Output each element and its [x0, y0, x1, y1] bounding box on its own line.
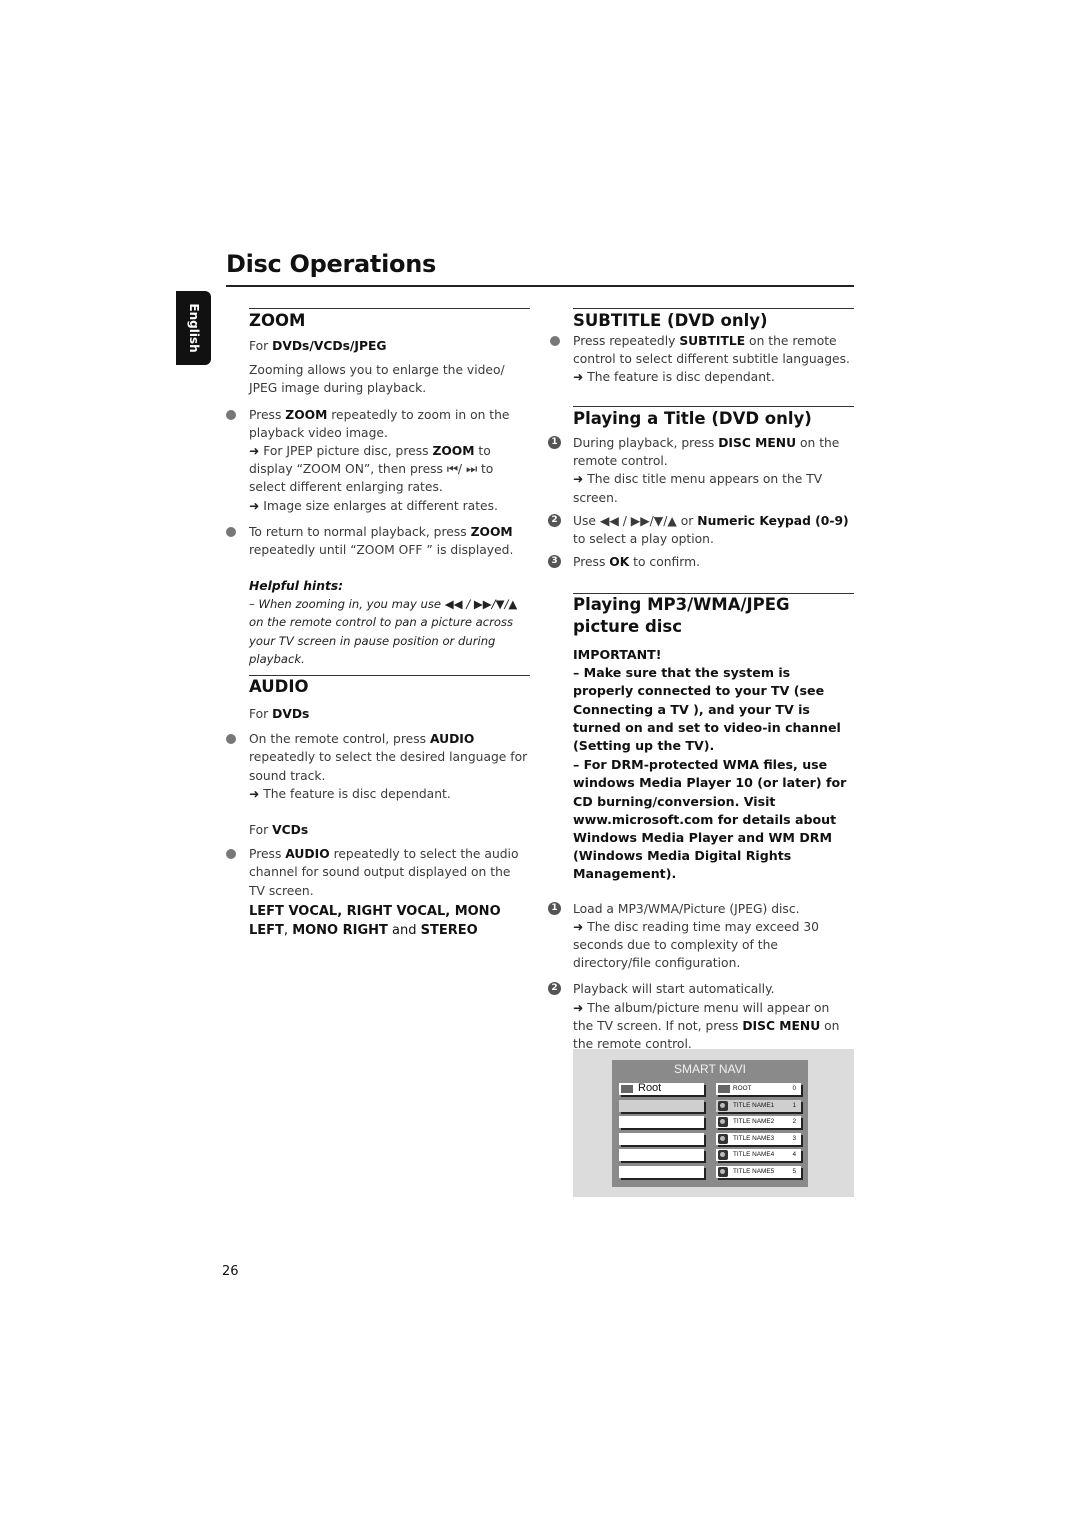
mp3-step-2: 2 Playback will start automatically. ➜ T…: [548, 980, 853, 1053]
title-divider: [226, 285, 854, 287]
zoom-section-divider: [249, 308, 530, 309]
subtitle-section-divider: [573, 308, 854, 309]
arrow-icon: ➜: [249, 498, 260, 513]
zoom-note-1: ➜ For JPEP picture disc, press ZOOM to d…: [249, 444, 494, 495]
smart-navi-title: SMART NAVI: [673, 1062, 747, 1076]
zoom-bullet-1: Press ZOOM repeatedly to zoom in on the …: [226, 406, 529, 515]
arrow-icon: ➜: [249, 444, 260, 459]
folder-item-root[interactable]: Root: [619, 1082, 704, 1095]
smart-navi-folder-list: Root: [619, 1082, 704, 1183]
mp3-heading: Playing MP3/WMA/JPEG picture disc: [573, 595, 790, 636]
audio-dvd-applies-to: For DVDs: [249, 707, 310, 721]
picture-icon: [718, 1133, 728, 1144]
folder-item[interactable]: [619, 1132, 704, 1145]
arrow-icon: ➜: [573, 1000, 584, 1015]
zoom-bullet-2: To return to normal playback, press ZOOM…: [226, 523, 529, 559]
step-1-icon: 1: [548, 436, 561, 449]
language-tab: English: [176, 291, 211, 365]
folder-item[interactable]: [619, 1099, 704, 1112]
arrow-icon: ➜: [573, 919, 584, 934]
arrow-icon: ➜: [573, 472, 584, 487]
folder-item[interactable]: [619, 1165, 704, 1178]
mp3-step-1: 1 Load a MP3/WMA/Picture (JPEG) disc. ➜ …: [548, 900, 853, 973]
arrow-icon: ➜: [249, 786, 260, 801]
audio-channel-modes: LEFT VOCAL, RIGHT VOCAL, MONO LEFT, MONO…: [249, 903, 501, 938]
zoom-intro: Zooming allows you to enlarge the video/…: [249, 363, 505, 396]
bullet-icon: [226, 734, 236, 745]
important-label: IMPORTANT!: [573, 647, 662, 662]
language-tab-label: English: [186, 303, 201, 353]
bullet-icon: [226, 849, 236, 860]
title-play-section-divider: [573, 406, 854, 407]
audio-vcd-applies-to: For VCDs: [249, 823, 309, 838]
mp3-section: Playing MP3/WMA/JPEG picture disc IMPORT…: [548, 594, 853, 1053]
title-play-step-1: 1 During playback, press DISC MENU on th…: [548, 434, 853, 507]
title-item[interactable]: TITLE NAME4 4: [716, 1149, 801, 1162]
title-play-step-2: 2 Use ◀◀ / ▶▶/▼/▲ or Numeric Keypad (0-9…: [548, 512, 853, 548]
page-number: 26: [222, 1264, 239, 1279]
arrow-icon: ➜: [573, 370, 584, 385]
folder-item[interactable]: [619, 1149, 704, 1162]
step-1-icon: 1: [548, 901, 561, 915]
title-item[interactable]: TITLE NAME2 2: [716, 1116, 801, 1129]
helpful-hints: Helpful hints: – When zooming in, you ma…: [249, 577, 529, 668]
smart-navi-screen: SMART NAVI Root ROOT 0 TITLE NAME1 1 TITLE…: [612, 1060, 808, 1187]
bullet-icon: [226, 526, 236, 537]
page-title: Disc Operations: [226, 250, 436, 278]
title-play-section: Playing a Title (DVD only) 1 During play…: [548, 408, 853, 571]
picture-icon: [718, 1117, 728, 1128]
subtitle-note: ➜ The feature is disc dependant.: [573, 370, 775, 385]
hints-title: Helpful hints:: [249, 579, 344, 593]
title-play-step-3: 3 Press OK to confirm.: [548, 553, 853, 571]
important-note-2: – For DRM-protected WMA files, use windo…: [573, 757, 847, 882]
title-item[interactable]: TITLE NAME3 3: [716, 1132, 801, 1145]
mp3-step-1-note: ➜ The disc reading time may exceed 30 se…: [573, 919, 819, 971]
smart-navi-title-list: ROOT 0 TITLE NAME1 1 TITLE NAME2 2 TITLE NA…: [716, 1083, 801, 1183]
step-2-icon: 2: [548, 513, 561, 527]
subtitle-section: SUBTITLE (DVD only) Press repeatedly SUB…: [550, 310, 853, 387]
title-item[interactable]: TITLE NAME5 5: [716, 1165, 801, 1178]
title-item[interactable]: TITLE NAME1 1: [716, 1099, 801, 1112]
zoom-heading: ZOOM: [249, 311, 306, 330]
hints-text: – When zooming in, you may use ◀◀ / ▶▶/▼…: [249, 597, 518, 666]
zoom-note-2: ➜ Image size enlarges at different rates…: [249, 498, 498, 513]
step-3-icon: 3: [548, 555, 561, 569]
title-play-note: ➜ The disc title menu appears on the TV …: [573, 472, 823, 505]
mp3-step-2-note: ➜ The album/picture menu will appear on …: [573, 1000, 840, 1052]
audio-heading: AUDIO: [249, 677, 309, 696]
bullet-icon: [550, 336, 560, 346]
folder-item[interactable]: [619, 1116, 704, 1129]
title-play-heading: Playing a Title (DVD only): [573, 409, 812, 428]
audio-vcd-bullet: Press AUDIO repeatedly to select the aud…: [226, 845, 529, 900]
title-item-root[interactable]: ROOT 0: [716, 1083, 801, 1095]
subtitle-bullet: Press repeatedly SUBTITLE on the remote …: [550, 332, 853, 387]
subtitle-heading: SUBTITLE (DVD only): [573, 311, 768, 330]
bullet-icon: [226, 409, 236, 420]
folder-icon: [718, 1085, 730, 1093]
picture-icon: [718, 1150, 728, 1161]
picture-icon: [718, 1100, 728, 1111]
audio-dvd-bullet: On the remote control, press AUDIO repea…: [226, 730, 529, 803]
folder-icon: [621, 1085, 633, 1093]
important-note-1: – Make sure that the system is properly …: [573, 665, 841, 754]
audio-section: AUDIO For DVDs On the remote control, pr…: [226, 676, 529, 940]
step-2-icon: 2: [548, 982, 561, 996]
zoom-applies-to: For DVDs/VCDs/JPEG: [249, 339, 387, 353]
picture-icon: [718, 1166, 728, 1177]
audio-dvd-note: ➜ The feature is disc dependant.: [249, 786, 451, 801]
zoom-section: ZOOM For DVDs/VCDs/JPEG Zooming allows y…: [226, 310, 529, 559]
